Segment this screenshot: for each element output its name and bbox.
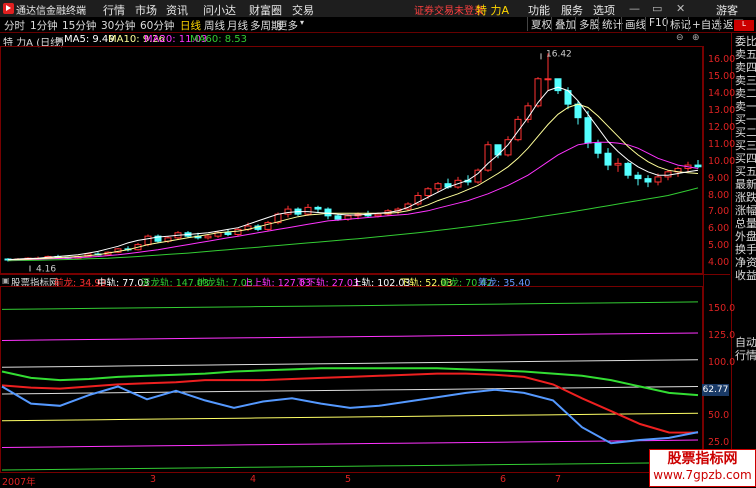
low-marker-label: 4.16 bbox=[36, 265, 56, 275]
price-tick: 16.00 bbox=[708, 54, 736, 66]
quote-label-item: 买五 bbox=[735, 165, 756, 178]
indicator-front-dragon-line bbox=[1, 372, 699, 434]
price-tick: 7.00 bbox=[708, 206, 730, 218]
price-tick: 15.00 bbox=[708, 71, 736, 83]
quote-label-item: 涨幅 bbox=[735, 204, 756, 217]
indicator-tick: 125.0 bbox=[708, 330, 736, 342]
quote-label-item: 外盘 bbox=[735, 230, 756, 243]
candle-body bbox=[554, 78, 562, 92]
quote-label-item: 换手 bbox=[735, 243, 756, 256]
time-tick: 4 bbox=[250, 474, 257, 485]
site-watermark: 股票指标网 www.7gpzb.com bbox=[649, 449, 756, 487]
quote-label-item: 买四 bbox=[735, 152, 756, 165]
watermark-url: www.7gpzb.com bbox=[653, 468, 752, 482]
time-tick: 7 bbox=[555, 474, 562, 485]
login-status[interactable]: 游客 bbox=[716, 2, 738, 18]
quote-label[interactable]: 行情 bbox=[735, 349, 756, 362]
candle-body bbox=[574, 103, 582, 119]
candle-body bbox=[624, 162, 632, 176]
candle-body bbox=[314, 206, 322, 210]
indicator-upper-line bbox=[1, 359, 699, 368]
quote-label-item: 买二 bbox=[735, 126, 756, 139]
indicator-pane-border bbox=[0, 286, 703, 473]
quote-label-item: 最新 bbox=[735, 178, 756, 191]
candle-body bbox=[224, 232, 232, 235]
quote-side-panel: L 委比 卖五 卖四 卖三 卖二 卖一 买一 买二 买三 买四 买五 最新 涨跌 涨幅 总量 外盘 换手 净资 收益… bbox=[731, 20, 756, 487]
indicator-dragon-upper-line bbox=[1, 301, 699, 310]
indicator-tick: 50.0 bbox=[708, 410, 730, 422]
price-tick: 12.00 bbox=[708, 121, 736, 133]
quote-label-item: 委比 bbox=[735, 35, 756, 48]
price-tick: 6.00 bbox=[708, 223, 730, 235]
time-tick: 6 bbox=[500, 474, 507, 485]
candle-body bbox=[144, 235, 152, 246]
price-tick: 8.00 bbox=[708, 189, 730, 201]
price-tick: 14.00 bbox=[708, 88, 736, 99]
candle-body bbox=[424, 188, 432, 197]
candle-body bbox=[644, 178, 652, 183]
indicator-tick: 150.0 bbox=[708, 303, 736, 315]
candle-body bbox=[654, 176, 662, 183]
ma60-line bbox=[7, 187, 699, 262]
price-tick: 11.00 bbox=[708, 138, 736, 150]
time-tick: 2007年 bbox=[2, 477, 36, 488]
indicator-tick: 100.0 bbox=[708, 356, 736, 368]
quote-label-item: 卖二 bbox=[735, 87, 756, 100]
candle-body bbox=[544, 78, 552, 81]
auto-label[interactable]: 自动 bbox=[735, 336, 756, 349]
candlestick-chart[interactable]: 16.42 4.16 bbox=[0, 0, 703, 487]
price-tick: 13.00 bbox=[708, 104, 736, 116]
candle-body bbox=[304, 206, 312, 215]
candle-body bbox=[284, 208, 292, 215]
candle-body bbox=[514, 118, 522, 141]
watermark-title: 股票指标网 bbox=[667, 451, 738, 467]
quote-label-item: 买三 bbox=[735, 139, 756, 152]
time-tick: 5 bbox=[345, 474, 352, 485]
ma10-line bbox=[7, 103, 699, 261]
candle-body bbox=[434, 183, 442, 190]
quote-label-item: 涨跌 bbox=[735, 191, 756, 204]
level2-badge[interactable]: L bbox=[734, 20, 754, 31]
candle-body bbox=[614, 162, 622, 166]
candle-body bbox=[204, 235, 212, 239]
indicator-volume-dragon-line bbox=[1, 367, 699, 397]
indicator-upper-upper-line bbox=[1, 332, 699, 341]
quote-label-item: 卖五 bbox=[735, 48, 756, 61]
price-tick: 10.00 bbox=[708, 155, 736, 167]
indicator-lower-lower-line bbox=[1, 439, 699, 448]
candle-body bbox=[694, 164, 702, 168]
quote-label-item: 卖四 bbox=[735, 61, 756, 74]
price-tick: 4.00 bbox=[708, 257, 730, 269]
ma20-line bbox=[7, 141, 699, 261]
quote-label-item: 收益 bbox=[735, 269, 756, 282]
price-tick: 5.00 bbox=[708, 240, 730, 252]
quote-label-item: 卖三 bbox=[735, 74, 756, 87]
quote-label-item: 买一 bbox=[735, 113, 756, 126]
indicator-lower-line bbox=[1, 412, 699, 422]
candle-body bbox=[604, 152, 612, 166]
quote-label-item: 卖一 bbox=[735, 100, 756, 113]
price-axis-divider bbox=[703, 46, 704, 486]
quote-label-item: 总量 bbox=[735, 217, 756, 230]
candle-body bbox=[234, 228, 242, 235]
candle-body bbox=[334, 215, 342, 220]
candle-body bbox=[634, 174, 642, 180]
indicator-tick: 25.0 bbox=[708, 437, 730, 449]
candle-body bbox=[484, 144, 492, 171]
candle-body bbox=[584, 117, 592, 144]
time-tick: 3 bbox=[150, 474, 157, 485]
candle-body bbox=[324, 208, 332, 217]
price-tick: 9.00 bbox=[708, 172, 730, 184]
indicator-dragon-lower-line bbox=[1, 462, 699, 471]
indicator-current-badge: 62.77 bbox=[702, 384, 729, 396]
quote-label-item: 净资 bbox=[735, 256, 756, 269]
candle-body bbox=[374, 213, 382, 217]
high-marker-label: 16.42 bbox=[546, 49, 572, 59]
candle-body bbox=[594, 142, 602, 154]
